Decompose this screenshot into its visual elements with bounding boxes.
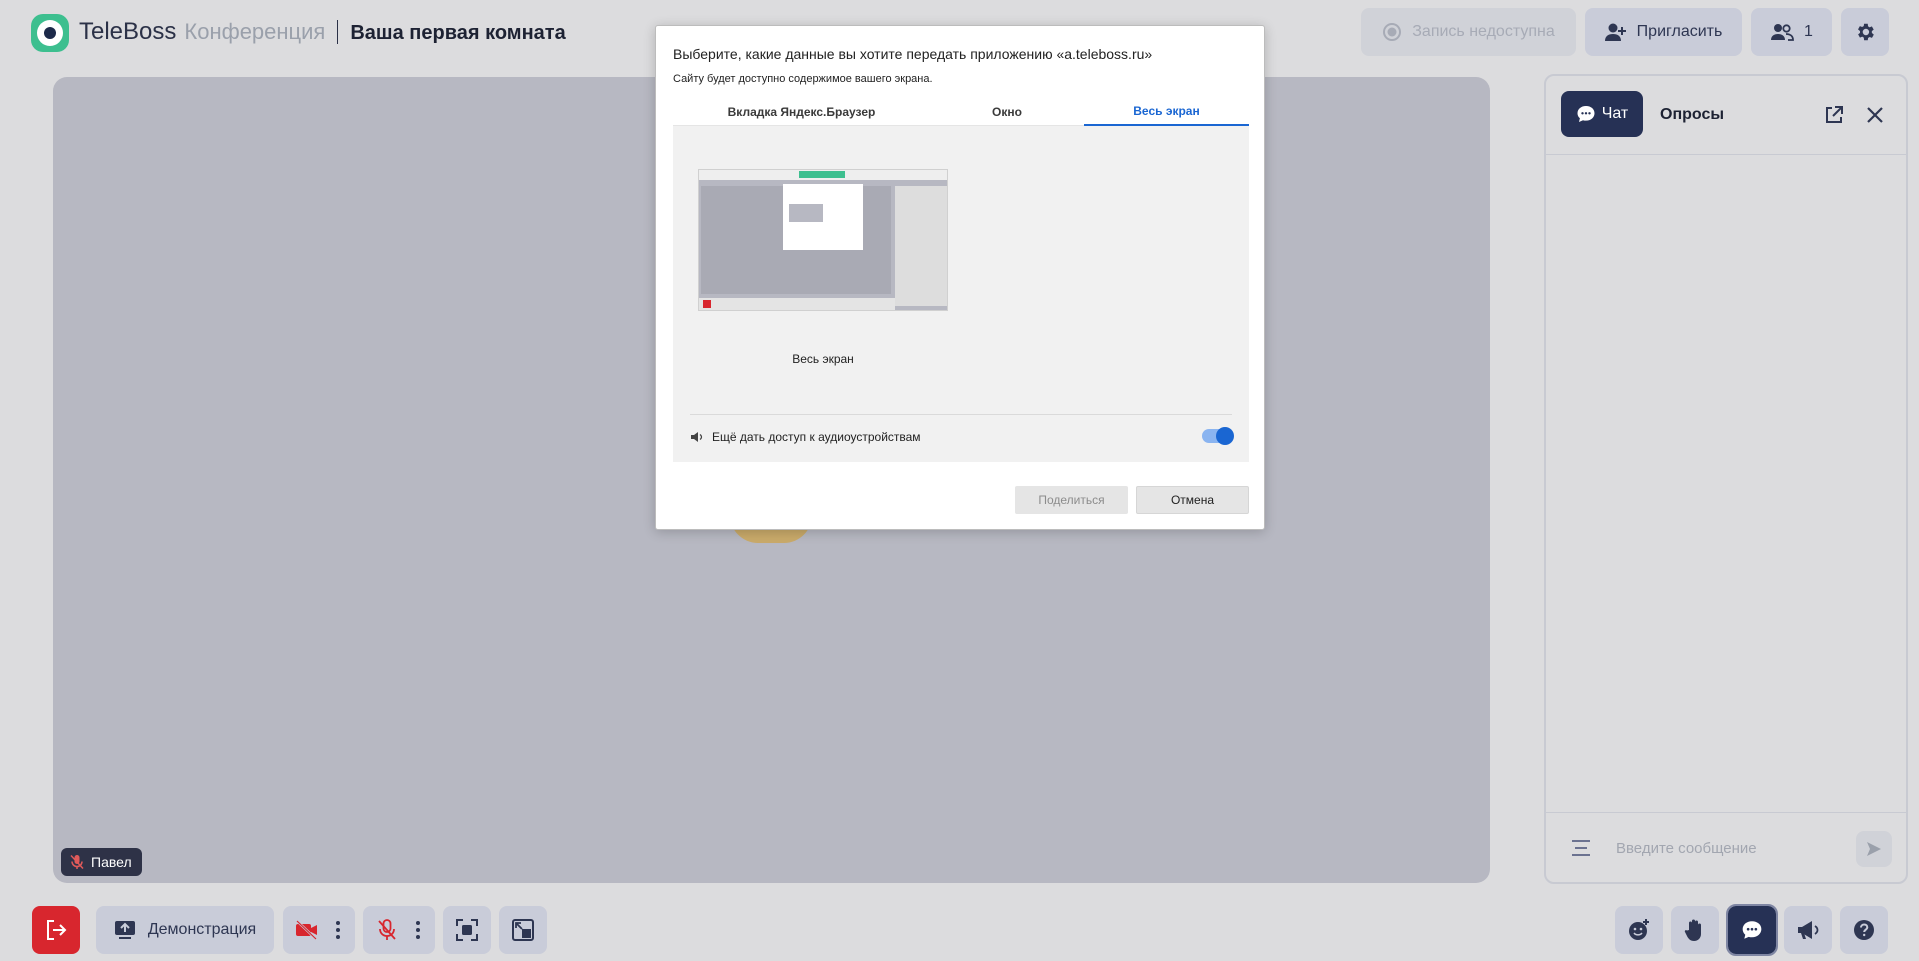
close-icon[interactable]: [1864, 104, 1886, 126]
reactions-button[interactable]: [1615, 906, 1663, 954]
dialog-subtitle: Сайту будет доступно содержимое вашего э…: [673, 73, 933, 85]
chat-toggle-button[interactable]: [1726, 904, 1778, 956]
mic-off-icon: [70, 854, 84, 870]
send-icon: [1867, 842, 1881, 856]
chat-message-input[interactable]: [1616, 833, 1836, 863]
microphone-options-icon[interactable]: [407, 906, 429, 954]
cancel-button[interactable]: Отмена: [1136, 486, 1249, 514]
raise-hand-button[interactable]: [1671, 906, 1719, 954]
record-button[interactable]: Запись недоступна: [1361, 8, 1576, 56]
participants-button[interactable]: 1: [1751, 8, 1832, 56]
announce-button[interactable]: [1784, 906, 1832, 954]
gear-icon: [1858, 23, 1874, 41]
dialog-tabs: Вкладка Яндекс.Браузер Окно Весь экран: [673, 98, 1249, 126]
tab-chat[interactable]: Чат: [1561, 91, 1643, 137]
users-icon: [1771, 24, 1794, 41]
mic-off-icon: [378, 919, 396, 940]
picture-in-picture-button[interactable]: [499, 906, 547, 954]
speaker-icon: [691, 432, 703, 442]
chat-input-row: [1546, 813, 1906, 884]
menu-icon[interactable]: [1572, 838, 1590, 858]
audio-share-row: Ещё дать доступ к аудиоустройствам: [690, 427, 1234, 446]
brand-name: TeleBoss: [79, 18, 177, 45]
send-button[interactable]: [1856, 831, 1892, 867]
fullscreen-button[interactable]: [443, 906, 491, 954]
screen-share-label: Демонстрация: [147, 921, 257, 938]
brand-block: TeleBoss Конференция Ваша первая комната: [79, 18, 566, 46]
popout-icon[interactable]: [1823, 104, 1845, 126]
settings-button[interactable]: [1841, 8, 1889, 56]
chat-bubble-icon: [1742, 921, 1762, 939]
title-divider: [337, 20, 339, 44]
dialog-body-divider: [690, 414, 1232, 415]
record-label: Запись недоступна: [1412, 23, 1555, 40]
camera-options-icon[interactable]: [327, 906, 349, 954]
dialog-title: Выберите, какие данные вы хотите передат…: [673, 46, 1153, 62]
camera-off-icon: [296, 920, 317, 940]
screen-upload-icon: [114, 921, 135, 939]
help-icon: [1854, 920, 1874, 940]
screen-thumbnail[interactable]: [698, 169, 948, 311]
product-name: Конференция: [184, 19, 326, 44]
share-button[interactable]: Поделиться: [1015, 486, 1128, 514]
participant-name-tag: Павел: [61, 848, 142, 876]
microphone-button[interactable]: [363, 906, 435, 954]
room-title: Ваша первая комната: [350, 22, 566, 44]
emoji-add-icon: [1629, 919, 1649, 940]
tab-chat-label: Чат: [1601, 105, 1629, 122]
screen-share-button[interactable]: Демонстрация: [96, 906, 274, 954]
chat-header-divider: [1546, 154, 1906, 155]
tab-browser-tab[interactable]: Вкладка Яндекс.Браузер: [673, 98, 930, 126]
invite-button[interactable]: Пригласить: [1585, 8, 1742, 56]
participant-name: Павел: [91, 854, 132, 870]
invite-label: Пригласить: [1636, 23, 1723, 40]
tab-entire-screen[interactable]: Весь экран: [1084, 98, 1249, 126]
megaphone-icon: [1798, 921, 1819, 939]
thumbnail-caption: Весь экран: [792, 352, 854, 366]
screen-share-dialog: Выберите, какие данные вы хотите передат…: [655, 25, 1265, 530]
chat-panel: Чат Опросы: [1544, 74, 1908, 884]
exit-icon: [47, 920, 67, 940]
tab-polls[interactable]: Опросы: [1660, 106, 1724, 124]
record-icon: [1383, 23, 1402, 41]
teleboss-logo-icon: [31, 14, 69, 52]
participants-count: 1: [1804, 23, 1813, 40]
dialog-source-area: Весь экран Ещё дать доступ к аудиоустрой…: [673, 126, 1249, 462]
help-button[interactable]: [1840, 906, 1888, 954]
add-user-icon: [1604, 23, 1626, 41]
hand-icon: [1684, 919, 1701, 941]
chat-bubble-icon: [1577, 106, 1595, 122]
picture-in-picture-icon: [512, 919, 534, 941]
tab-window[interactable]: Окно: [930, 98, 1084, 126]
audio-share-label: Ещё дать доступ к аудиоустройствам: [712, 430, 921, 444]
audio-share-toggle[interactable]: [1202, 427, 1234, 445]
focus-frame-icon: [456, 919, 478, 941]
camera-button[interactable]: [283, 906, 355, 954]
leave-button[interactable]: [32, 906, 80, 954]
